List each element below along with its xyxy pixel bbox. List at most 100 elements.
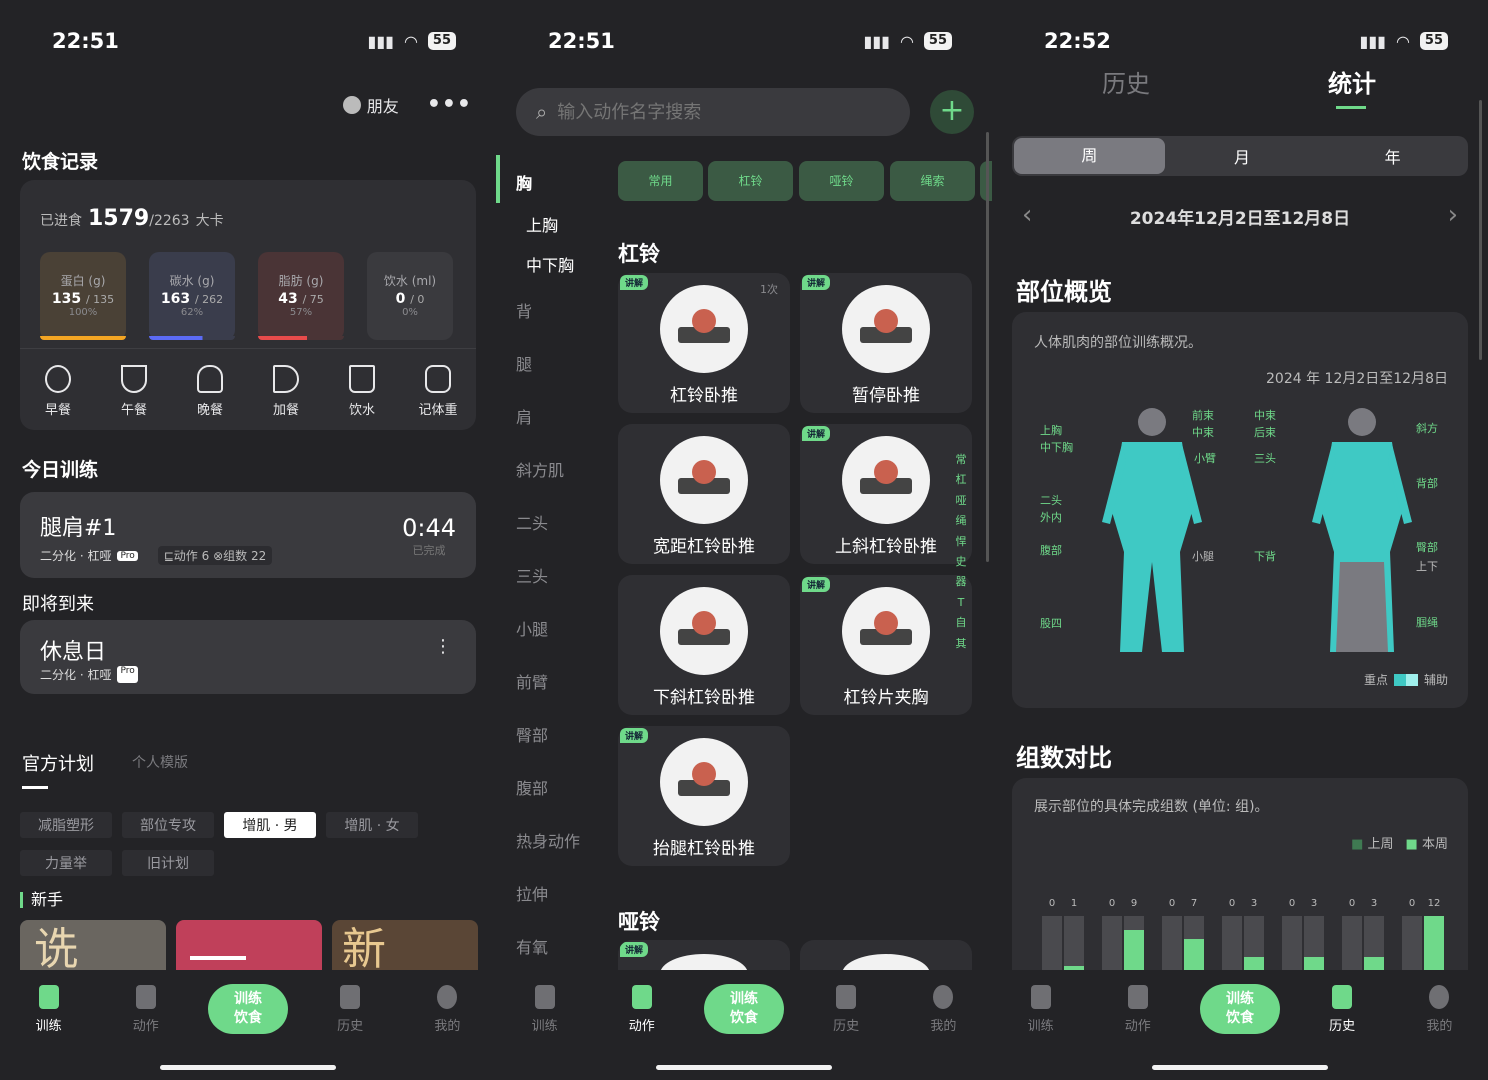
category-item[interactable]: 腹部: [516, 775, 606, 799]
category-item[interactable]: 热身动作: [516, 828, 606, 852]
upcoming-card[interactable]: 休息日 二分化 · 杠哑 Pro ⋮: [20, 620, 476, 694]
filter-tab[interactable]: 杠铃: [708, 161, 793, 201]
meal-breakfast[interactable]: 早餐: [28, 365, 88, 418]
index-item[interactable]: 常: [954, 450, 968, 470]
exercise-card[interactable]: 讲解 暂停卧推: [800, 273, 972, 413]
index-item[interactable]: 哑: [954, 491, 968, 511]
exercise-card[interactable]: 讲解: [618, 940, 790, 970]
index-item[interactable]: 自: [954, 613, 968, 633]
period-year[interactable]: 年: [1317, 144, 1468, 168]
diet-card[interactable]: 已进食 1579/2263 大卡 蛋白 (g) 135 / 135 100% 碳…: [20, 180, 476, 430]
index-item[interactable]: 杠: [954, 470, 968, 490]
tab-me[interactable]: 我的: [908, 984, 978, 1034]
tab-exercises[interactable]: 动作: [111, 984, 181, 1034]
exercise-card[interactable]: 宽距杠铃卧推: [618, 424, 790, 564]
category-item[interactable]: 腿: [516, 351, 606, 375]
tab-train-diet[interactable]: 训练 饮食: [207, 984, 288, 1034]
exercise-card[interactable]: 讲解 上斜杠铃卧推: [800, 424, 972, 564]
index-item[interactable]: T: [954, 593, 968, 613]
period-week[interactable]: 周: [1014, 138, 1165, 174]
index-item[interactable]: 史: [954, 552, 968, 572]
filter-tab[interactable]: 哑铃: [799, 161, 884, 201]
tab-training[interactable]: 训练: [510, 984, 580, 1034]
index-item[interactable]: 其: [954, 634, 968, 654]
tab-training[interactable]: 训练: [14, 984, 84, 1034]
pro-badge: Pro: [117, 550, 138, 561]
tab-history-top[interactable]: 历史: [1102, 64, 1150, 99]
index-item[interactable]: 器: [954, 572, 968, 592]
category-item[interactable]: 背: [516, 298, 606, 322]
add-exercise-button[interactable]: +: [930, 90, 974, 134]
category-item[interactable]: 前臂: [516, 669, 606, 693]
chip-plan[interactable]: 旧计划: [122, 850, 214, 876]
filter-tab[interactable]: 常用: [618, 161, 703, 201]
search-input[interactable]: [557, 101, 858, 123]
macro-fat[interactable]: 脂肪 (g) 43 / 75 57%: [258, 252, 344, 340]
tab-me[interactable]: 我的: [1404, 984, 1474, 1034]
filter-tab[interactable]: 绳索: [890, 161, 975, 201]
tab-exercises[interactable]: 动作: [1103, 984, 1173, 1034]
search-bar[interactable]: ⌕: [516, 88, 910, 136]
plan-thumb[interactable]: [176, 920, 322, 970]
tab-train-diet[interactable]: 训练 饮食: [1199, 984, 1280, 1034]
category-item[interactable]: 三头: [516, 563, 606, 587]
alpha-index[interactable]: 常杠哑绳悍史器T自其: [954, 450, 968, 654]
tab-exercises[interactable]: 动作: [607, 984, 677, 1034]
exercise-card[interactable]: 下斜杠铃卧推: [618, 575, 790, 715]
next-icon[interactable]: ›: [1448, 200, 1458, 230]
chip-plan[interactable]: 增肌 · 女: [326, 812, 418, 838]
tab-training[interactable]: 训练: [1006, 984, 1076, 1034]
tab-personal[interactable]: 个人模版: [132, 752, 188, 772]
chip-plan[interactable]: 力量举: [20, 850, 112, 876]
today-workout-card[interactable]: 腿肩#1 二分化 · 杠哑 Pro ⊑动作 6 ⊗组数 22 0:44 已完成: [20, 492, 476, 578]
exercise-card[interactable]: 讲解 抬腿杠铃卧推: [618, 726, 790, 866]
scrollbar[interactable]: [1479, 100, 1482, 360]
tab-bar: 训练 动作 训练 饮食 历史 我的: [0, 974, 496, 1044]
bar-group: 09: [1102, 898, 1146, 970]
chip-plan[interactable]: 部位专攻: [122, 812, 214, 838]
tab-train-diet[interactable]: 训练 饮食: [703, 984, 784, 1034]
exercise-card[interactable]: 讲解 杠铃片夹胸: [800, 575, 972, 715]
category-item[interactable]: 斜方肌: [516, 457, 606, 481]
category-item[interactable]: 胸: [516, 170, 606, 194]
category-item[interactable]: 上胸: [516, 212, 606, 236]
plan-thumb[interactable]: 新: [332, 920, 478, 970]
period-month[interactable]: 月: [1167, 144, 1318, 168]
tab-official-plans[interactable]: 官方计划: [22, 750, 94, 776]
tab-me[interactable]: 我的: [412, 984, 482, 1034]
bar-fill: [1364, 956, 1384, 970]
macro-water[interactable]: 饮水 (ml) 0 / 0 0%: [367, 252, 453, 340]
tab-history[interactable]: 历史: [811, 984, 881, 1034]
category-item[interactable]: 中下胸: [516, 252, 606, 276]
more-icon[interactable]: •••: [427, 92, 472, 117]
status-time: 22:52: [1044, 29, 1111, 53]
category-item[interactable]: 有氧: [516, 934, 606, 958]
meal-snack[interactable]: 加餐: [256, 365, 316, 418]
category-item[interactable]: 二头: [516, 510, 606, 534]
chip-plan[interactable]: 减脂塑形: [20, 812, 112, 838]
chip-plan-selected[interactable]: 增肌 · 男: [224, 812, 316, 838]
tab-label: 历史: [833, 1018, 860, 1034]
scrollbar[interactable]: [986, 132, 989, 562]
category-item[interactable]: 臀部: [516, 722, 606, 746]
exercise-card[interactable]: [800, 940, 972, 970]
tab-history[interactable]: 历史: [1307, 984, 1377, 1034]
index-item[interactable]: 绳: [954, 511, 968, 531]
index-item[interactable]: 悍: [954, 532, 968, 552]
bar: [1424, 916, 1444, 970]
tab-stats-top[interactable]: 统计: [1328, 64, 1376, 99]
category-item[interactable]: 肩: [516, 404, 606, 428]
kebab-icon[interactable]: ⋮: [434, 638, 452, 656]
tab-history[interactable]: 历史: [315, 984, 385, 1034]
plan-thumb[interactable]: 诜: [20, 920, 166, 970]
macro-carb[interactable]: 碳水 (g) 163 / 262 62%: [149, 252, 235, 340]
meal-weight[interactable]: 记体重: [408, 365, 468, 418]
category-item[interactable]: 小腿: [516, 616, 606, 640]
category-item[interactable]: 拉伸: [516, 881, 606, 905]
meal-lunch[interactable]: 午餐: [104, 365, 164, 418]
exercise-card[interactable]: 讲解 1次 杠铃卧推: [618, 273, 790, 413]
friends-button[interactable]: 朋友: [342, 93, 399, 117]
macro-protein[interactable]: 蛋白 (g) 135 / 135 100%: [40, 252, 126, 340]
meal-water[interactable]: 饮水: [332, 365, 392, 418]
meal-dinner[interactable]: 晚餐: [180, 365, 240, 418]
